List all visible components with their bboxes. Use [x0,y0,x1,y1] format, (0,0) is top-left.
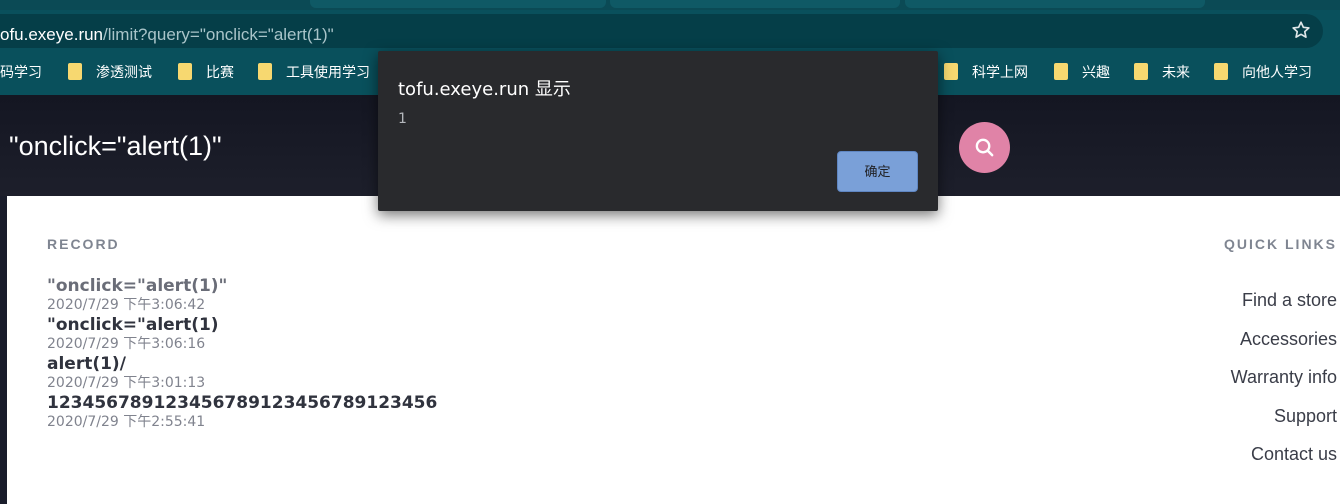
bookmark-label: 兴趣 [1082,65,1110,81]
bookmark-label: 向他人学习 [1242,65,1312,81]
folder-icon [68,62,82,80]
bookmark-folder[interactable]: 向他人学习 [1214,62,1312,83]
browser-tab[interactable] [905,0,1205,8]
quick-link-accessories[interactable]: Accessories [1231,320,1337,359]
url-path: /limit?query="onclick="alert(1)" [103,25,334,44]
bookmark-item[interactable]: 码学习 [0,63,42,83]
quick-link-support[interactable]: Support [1231,397,1337,436]
folder-icon [1134,62,1148,80]
alert-message: 1 [398,111,407,127]
browser-tab[interactable] [610,0,900,8]
address-bar[interactable]: ofu.exeye.run/limit?query="onclick="aler… [0,14,1323,48]
search-query-display[interactable]: "onclick="alert(1)" [9,131,222,162]
quick-link-warranty-info[interactable]: Warranty info [1231,358,1337,397]
bookmark-folder[interactable]: 兴趣 [1054,62,1110,83]
url-text[interactable]: ofu.exeye.run/limit?query="onclick="aler… [0,24,334,46]
folder-icon [944,62,958,80]
alert-dialog: tofu.exeye.run 显示 1 确定 [378,51,938,211]
url-host: ofu.exeye.run [0,25,104,44]
tab-strip [0,0,1340,10]
bookmark-folder[interactable]: 未来 [1134,62,1190,83]
folder-icon [1054,62,1068,80]
record-query[interactable]: "onclick="alert(1) [47,315,747,335]
record-query[interactable]: 12345678912345678912345678912345​6 [47,393,747,413]
quick-links: Find a store Accessories Warranty info S… [1231,281,1337,474]
bookmark-label: 未来 [1162,65,1190,81]
bookmark-folder[interactable]: 渗透测试 [68,62,152,83]
bookmark-label: 工具使用学习 [286,65,370,81]
bookmark-label: 比赛 [206,65,234,81]
folder-icon [178,62,192,80]
quick-links-heading: QUICK LINKS [1224,236,1337,252]
record-time: 2020/7/29 下午3:01:13 [47,375,206,391]
search-icon [975,138,994,157]
bookmark-label: 码学习 [0,65,42,81]
quick-link-find-a-store[interactable]: Find a store [1231,281,1337,320]
folder-icon [1214,62,1228,80]
bookmark-label: 渗透测试 [96,65,152,81]
folder-icon [258,62,272,80]
star-icon[interactable] [1290,19,1312,41]
quick-link-contact-us[interactable]: Contact us [1231,435,1337,474]
record-query[interactable]: "onclick="alert(1)" [47,276,747,296]
bookmark-folder[interactable]: 比赛 [178,62,234,83]
record-heading: RECORD [47,236,120,252]
browser-tab[interactable] [310,0,606,8]
record-time: 2020/7/29 下午3:06:42 [47,297,206,313]
record-time: 2020/7/29 下午2:55:41 [47,414,206,430]
browser-toolbar: ofu.exeye.run/limit?query="onclick="aler… [0,10,1340,53]
bookmark-label: 科学上网 [972,65,1028,81]
record-time: 2020/7/29 下午3:06:16 [47,336,206,352]
alert-title: tofu.exeye.run 显示 [398,79,571,100]
page-left-edge [0,196,7,504]
bookmark-folder[interactable]: 科学上网 [944,62,1028,83]
alert-ok-button[interactable]: 确定 [837,151,918,192]
bookmark-folder[interactable]: 工具使用学习 [258,62,370,83]
record-query[interactable]: alert(1)/ [47,354,747,374]
search-button[interactable] [959,122,1010,173]
record-list: "onclick="alert(1)" 2020/7/29 下午3:06:42 … [47,276,747,432]
